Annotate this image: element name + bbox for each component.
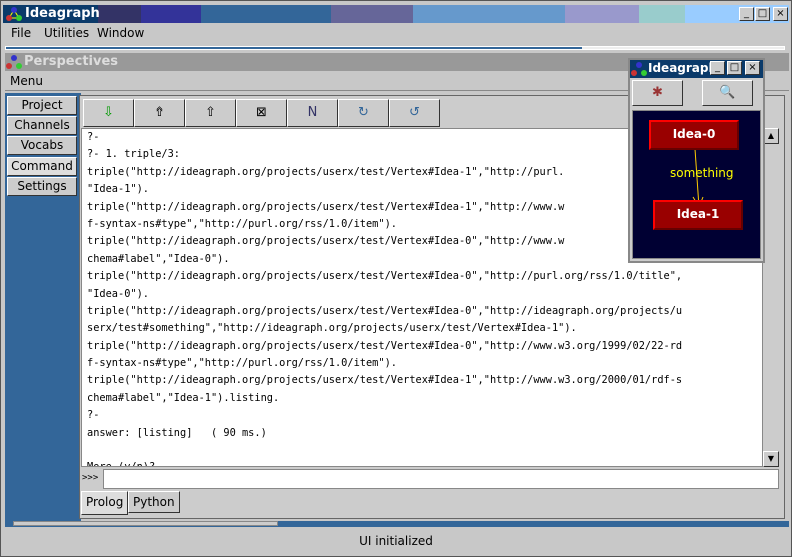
console-line: serx/test#something","http://ideagraph.o… bbox=[87, 322, 577, 335]
bottom-bar bbox=[5, 521, 789, 527]
close-button[interactable]: × bbox=[773, 7, 788, 21]
perspectives-title: Perspectives bbox=[24, 54, 119, 69]
menu-utilities[interactable]: Utilities bbox=[44, 26, 89, 40]
export-button[interactable]: ⇧ bbox=[185, 99, 236, 127]
layout-button[interactable]: ✱ bbox=[632, 80, 683, 106]
progress-fill bbox=[6, 47, 582, 49]
console-line: triple("http://ideagraph.org/projects/us… bbox=[87, 339, 683, 352]
console-line: triple("http://ideagraph.org/projects/us… bbox=[87, 374, 683, 387]
refresh-graph-button[interactable]: ↻ bbox=[338, 99, 389, 127]
maximize-button[interactable]: □ bbox=[755, 7, 770, 21]
menu-menu[interactable]: Menu bbox=[10, 74, 43, 88]
sidebar-tab-vocabs[interactable]: Vocabs bbox=[7, 136, 77, 155]
scroll-down-icon[interactable]: ▼ bbox=[763, 451, 779, 467]
status-bar: UI initialized bbox=[359, 534, 433, 548]
tab-python[interactable]: Python bbox=[128, 491, 180, 513]
clear-button[interactable]: ⊠ bbox=[236, 99, 287, 127]
scroll-up-icon[interactable]: ▲ bbox=[763, 128, 779, 144]
download-n-icon: N bbox=[307, 105, 318, 120]
import-button[interactable]: ⇩ bbox=[83, 99, 134, 127]
graph-node[interactable]: Idea-1 bbox=[653, 200, 743, 230]
console-line: f-syntax-ns#type","http://purl.org/rss/1… bbox=[87, 357, 397, 370]
magnifier-icon: 🔍 bbox=[719, 85, 736, 100]
sidebar-tab-channels[interactable]: Channels bbox=[7, 116, 77, 135]
graph-node[interactable]: Idea-0 bbox=[649, 120, 739, 150]
minimize-button[interactable]: _ bbox=[739, 7, 754, 21]
console-line: chema#label","Idea-1").listing. bbox=[87, 391, 280, 404]
graph-window-title-bar[interactable]: Ideagraph _ □ × bbox=[630, 60, 763, 78]
console-line: More (y/n)? bbox=[87, 459, 757, 466]
graph-window: Ideagraph _ □ × ✱ 🔍 Idea-0 something Ide… bbox=[628, 58, 765, 263]
reload-button[interactable]: ↺ bbox=[389, 99, 440, 127]
menu-file[interactable]: File bbox=[11, 26, 31, 40]
ideagraph-logo-icon bbox=[6, 55, 22, 69]
import-icon: ⇩ bbox=[103, 105, 114, 120]
search-button[interactable]: 🔍 bbox=[702, 80, 753, 106]
sidebar-tab-settings[interactable]: Settings bbox=[7, 177, 77, 196]
window-title: Ideagraph bbox=[25, 6, 100, 21]
layout-icon: ✱ bbox=[652, 85, 663, 100]
console-line: triple("http://ideagraph.org/projects/us… bbox=[87, 304, 683, 317]
reload-icon: ↺ bbox=[409, 105, 420, 120]
refresh-graph-icon: ↻ bbox=[358, 105, 369, 120]
console-line: ?- bbox=[87, 409, 100, 422]
sidebar-tab-command[interactable]: Command bbox=[7, 157, 77, 176]
sidebar: Project Channels Vocabs Command Settings bbox=[5, 93, 81, 521]
upload-stack-button[interactable]: ⇮ bbox=[134, 99, 185, 127]
console-line: answer: [listing] ( 90 ms.) bbox=[87, 426, 267, 439]
menu-bar: File Utilities Window bbox=[3, 23, 789, 45]
console-line: triple("http://ideagraph.org/projects/us… bbox=[87, 270, 683, 283]
graph-maximize-button[interactable]: □ bbox=[727, 61, 742, 75]
edge-label: something bbox=[670, 166, 734, 180]
ideagraph-logo-icon bbox=[631, 62, 647, 76]
graph-canvas[interactable]: Idea-0 something Idea-1 bbox=[632, 110, 761, 259]
ideagraph-logo-icon bbox=[6, 7, 22, 21]
command-input[interactable] bbox=[103, 469, 779, 489]
export-icon: ⇧ bbox=[205, 105, 216, 120]
upload-stack-icon: ⇮ bbox=[154, 105, 165, 120]
clear-icon: ⊠ bbox=[256, 105, 267, 120]
vertical-scrollbar[interactable]: ▲ ▼ bbox=[763, 128, 779, 467]
input-prompt: >>> bbox=[82, 473, 99, 483]
graph-close-button[interactable]: × bbox=[745, 61, 760, 75]
download-n-button[interactable]: N bbox=[287, 99, 338, 127]
console-line: "Idea-0"). bbox=[87, 287, 149, 300]
title-bar[interactable]: Ideagraph _ □ × bbox=[3, 5, 789, 23]
graph-window-title: Ideagraph bbox=[648, 61, 718, 75]
tab-prolog[interactable]: Prolog bbox=[81, 491, 129, 515]
input-row: >>> bbox=[81, 469, 779, 489]
sidebar-tab-project[interactable]: Project bbox=[7, 96, 77, 115]
progress-bar bbox=[5, 46, 785, 50]
menu-window[interactable]: Window bbox=[97, 26, 144, 40]
graph-minimize-button[interactable]: _ bbox=[710, 61, 725, 75]
